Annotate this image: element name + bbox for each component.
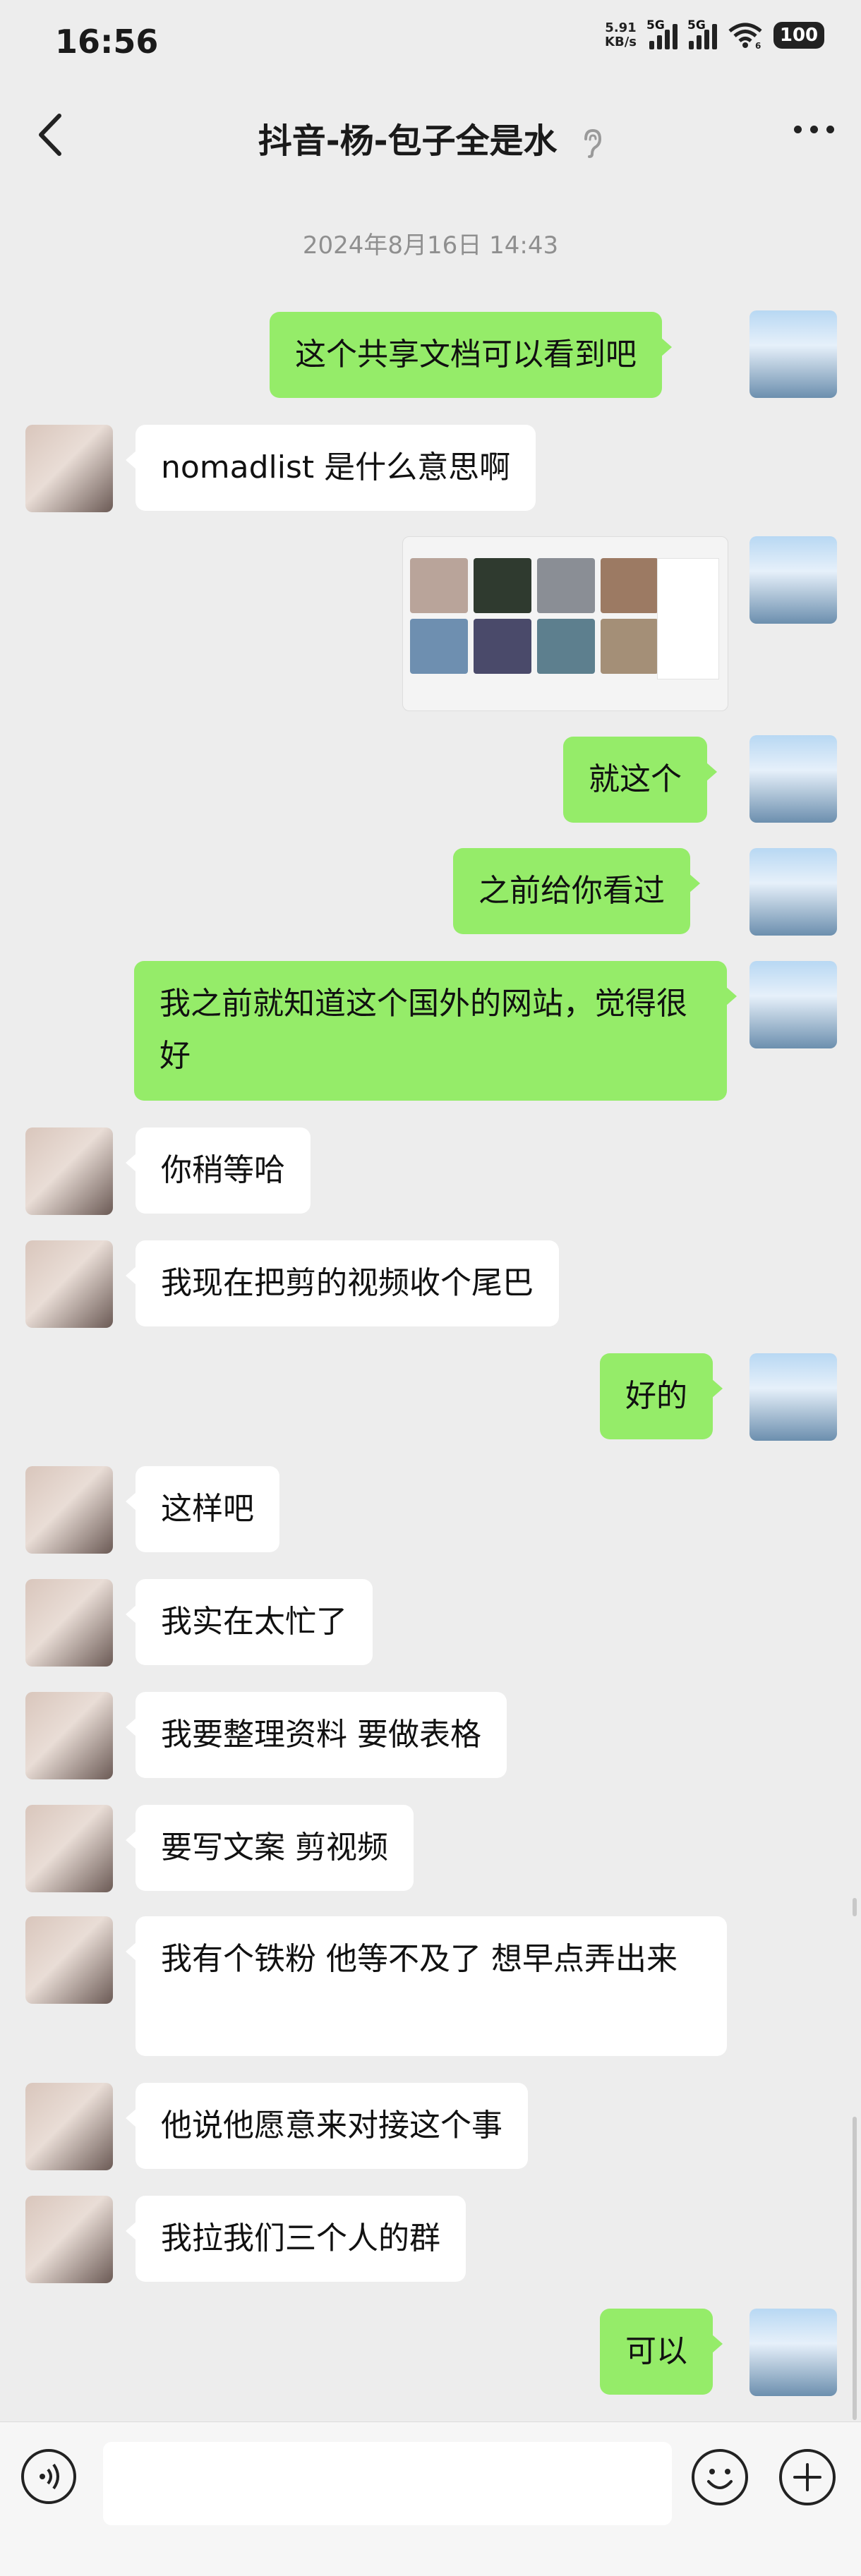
contact-message-bubble[interactable]: 我现在把剪的视频收个尾巴 — [126, 1240, 559, 1326]
contact-message-bubble[interactable]: 我要整理资料 要做表格 — [126, 1692, 507, 1778]
ear-icon — [584, 128, 602, 158]
shared-image-message[interactable] — [402, 536, 728, 711]
network-speed: 5.91 KB/s — [605, 20, 637, 49]
input-toolbar — [0, 2421, 861, 2576]
contact-message-bubble[interactable]: 你稍等哈 — [126, 1127, 311, 1214]
my-avatar[interactable] — [749, 848, 837, 936]
chat-header: 抖音-杨-包子全是水 — [0, 83, 861, 189]
scrollbar-marker — [853, 1898, 857, 1916]
contact-avatar[interactable] — [25, 1805, 113, 1892]
wifi-icon: 6 — [728, 23, 762, 49]
signal-icon-2: 5G — [687, 18, 717, 49]
my-avatar[interactable] — [749, 735, 837, 823]
wifi-badge: 6 — [755, 41, 761, 49]
my-message-bubble[interactable]: 之前给你看过 — [453, 848, 700, 934]
my-message-bubble[interactable]: 可以 — [600, 2309, 723, 2395]
contact-avatar[interactable] — [25, 1692, 113, 1779]
contact-avatar[interactable] — [25, 1127, 113, 1215]
voice-input-button[interactable] — [21, 2449, 76, 2504]
my-avatar[interactable] — [749, 961, 837, 1048]
contact-avatar[interactable] — [25, 1466, 113, 1554]
voice-icon — [40, 2463, 59, 2490]
contact-message-bubble[interactable]: 我有个铁粉 他等不及了 想早点弄出来 — [126, 1916, 727, 2056]
more-options-button[interactable] — [794, 126, 834, 133]
contact-message-bubble[interactable]: 要写文案 剪视频 — [126, 1805, 414, 1891]
clock: 16:56 — [55, 23, 159, 61]
contact-avatar[interactable] — [25, 1240, 113, 1328]
scrollbar[interactable] — [853, 2117, 857, 2420]
contact-avatar[interactable] — [25, 2083, 113, 2170]
contact-avatar[interactable] — [25, 2196, 113, 2283]
emoji-button[interactable] — [692, 2449, 748, 2505]
my-message-bubble[interactable]: 这个共享文档可以看到吧 — [270, 312, 672, 398]
my-avatar[interactable] — [749, 2309, 837, 2396]
contact-avatar[interactable] — [25, 1579, 113, 1667]
status-bar: 16:56 5.91 KB/s 5G 5G 6 100 — [0, 0, 861, 83]
signal-icon: 5G — [646, 18, 678, 49]
chat-title: 抖音-杨-包子全是水 — [0, 113, 861, 162]
more-actions-button[interactable] — [779, 2449, 836, 2505]
my-avatar[interactable] — [749, 1353, 837, 1441]
emoji-icon — [707, 2469, 733, 2489]
message-timestamp: 2024年8月16日 14:43 — [302, 231, 559, 260]
contact-message-bubble[interactable]: 我拉我们三个人的群 — [126, 2196, 466, 2282]
my-message-bubble[interactable]: 就这个 — [563, 737, 717, 823]
plus-icon — [793, 2463, 821, 2491]
contact-message-bubble[interactable]: 这样吧 — [126, 1466, 279, 1552]
contact-message-bubble[interactable]: 我实在太忙了 — [126, 1579, 373, 1665]
my-avatar[interactable] — [749, 310, 837, 398]
battery-icon: 100 — [773, 22, 824, 49]
contact-message-bubble[interactable]: nomadlist 是什么意思啊 — [125, 425, 536, 511]
contact-avatar[interactable] — [25, 425, 113, 512]
my-message-bubble[interactable]: 我之前就知道这个国外的网站，觉得很好 — [134, 961, 737, 1101]
my-message-bubble[interactable]: 好的 — [600, 1353, 723, 1439]
contact-avatar[interactable] — [25, 1916, 113, 2004]
contact-message-bubble[interactable]: 他说他愿意来对接这个事 — [126, 2083, 528, 2169]
my-avatar[interactable] — [749, 536, 837, 624]
message-input[interactable] — [103, 2442, 672, 2525]
